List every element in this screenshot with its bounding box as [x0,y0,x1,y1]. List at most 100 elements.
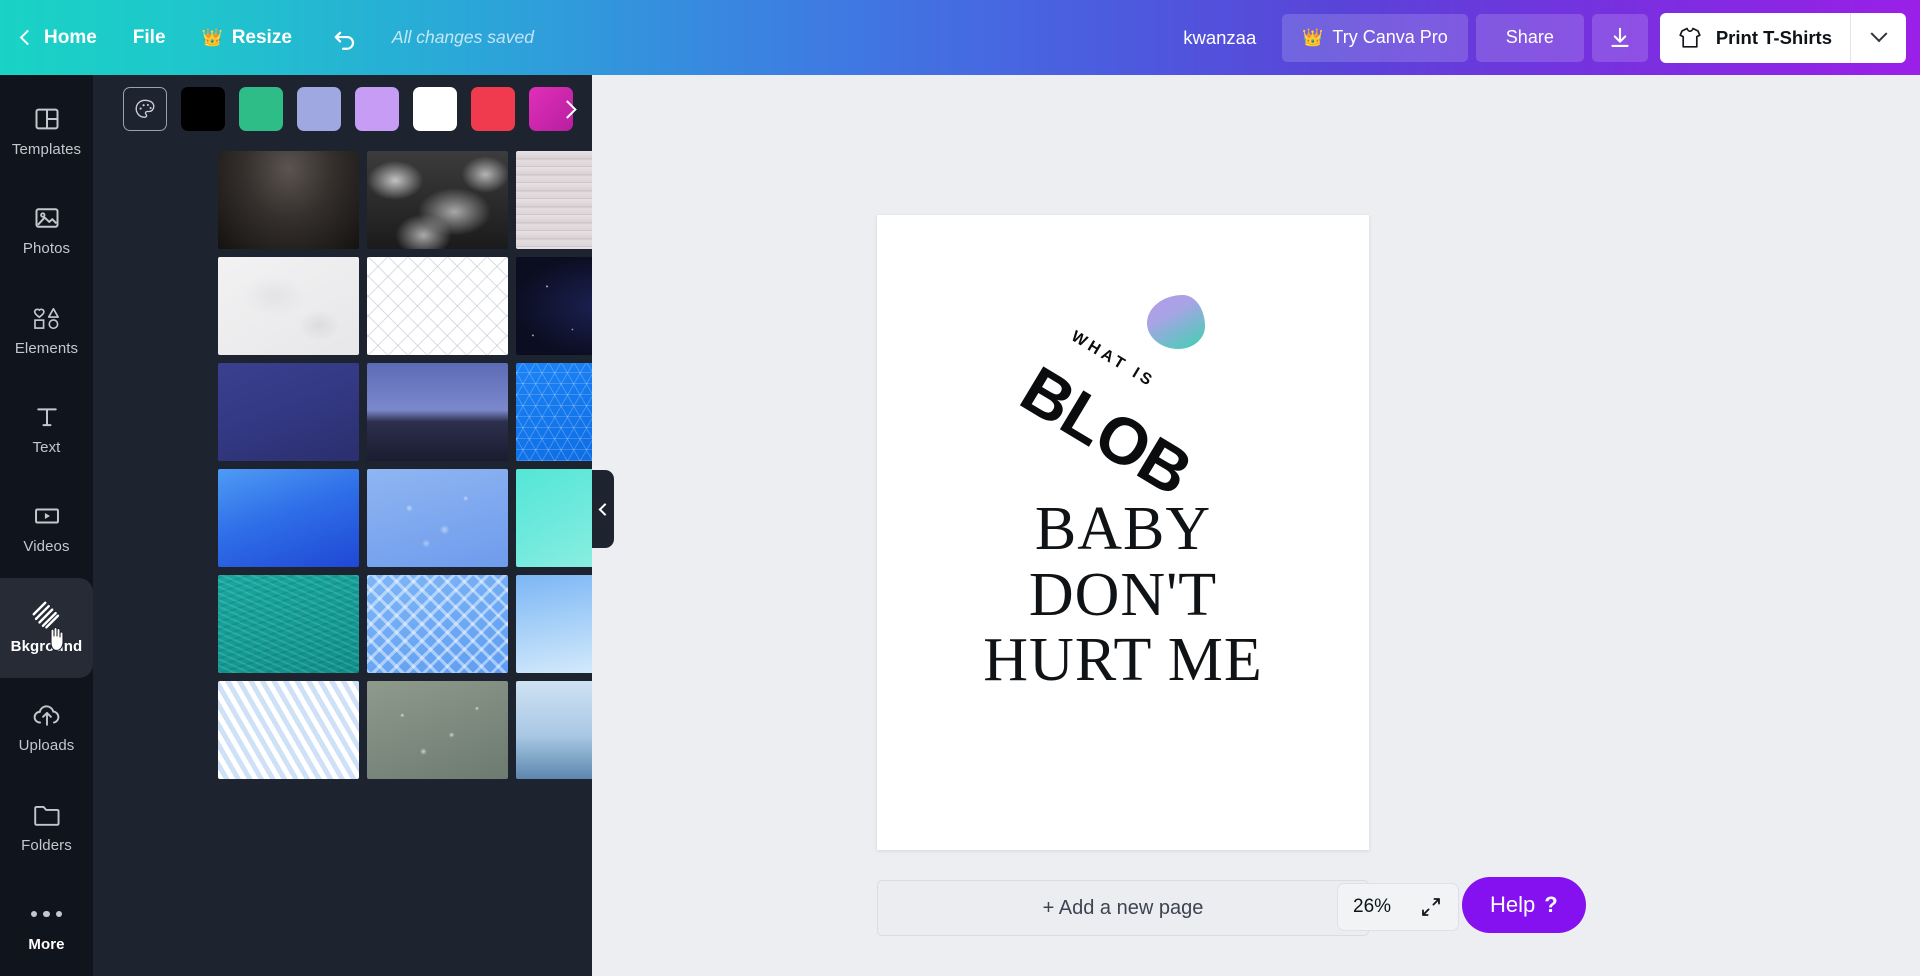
print-tshirts-button[interactable]: Print T-Shirts [1660,13,1850,63]
print-label: Print T-Shirts [1715,26,1832,48]
bg-thumb-blue-water-bubbles[interactable] [367,469,508,567]
palette-icon [135,99,155,118]
sidebar-item-label: More [28,936,65,954]
sidebar-item-more[interactable]: More [0,877,93,976]
bg-thumb-dark-gradient-texture[interactable] [218,151,359,249]
background-thumbnail-grid [93,143,592,976]
header-right-group: kwanzaa 👑 Try Canva Pro Share Print T-Sh… [1157,0,1920,75]
sidebar-item-videos[interactable]: Videos [0,479,93,578]
zoom-level-value: 26% [1353,896,1392,917]
elements-icon [32,303,62,333]
sidebar-item-photos[interactable]: Photos [0,180,93,279]
swatch-green[interactable] [239,87,283,131]
sidebar-item-uploads[interactable]: Uploads [0,678,93,777]
home-label: Home [44,26,97,48]
undo-arrow-icon [334,31,355,50]
chevron-left-icon [598,502,611,516]
sidebar-item-label: Bkground [10,637,83,655]
print-dropdown-button[interactable] [1850,12,1906,63]
swatch-black[interactable] [181,87,225,131]
resize-button[interactable]: 👑 Resize [184,0,310,75]
try-pro-label: Try Canva Pro [1332,27,1448,47]
chevron-right-icon [557,99,577,119]
bg-thumb-night-sky-mountains[interactable] [367,363,508,461]
swatch-white[interactable] [413,87,457,131]
more-dots-icon [30,899,63,929]
chevron-left-icon [19,29,36,46]
save-status-text: All changes saved [391,27,534,47]
file-menu-button[interactable]: File [115,0,184,75]
download-button[interactable] [1591,13,1648,62]
left-sidebar-rail: Templates Photos Elements Text Videos Bk… [0,75,93,976]
folder-icon [32,800,62,830]
swatch-light-purple[interactable] [355,87,399,131]
headline-text-block[interactable]: BABY DON'T HURT ME [877,495,1369,694]
bg-thumb-water-droplets-glass[interactable] [367,681,508,779]
headline-line-1: BABY [1034,495,1212,563]
chevron-down-icon [1870,24,1887,42]
sidebar-item-elements[interactable]: Elements [0,280,93,379]
design-canvas-page[interactable]: WHAT IS BLOB BABY DON'T HURT ME [877,215,1369,850]
print-tshirts-group[interactable]: Print T-Shirts [1659,12,1906,63]
gradient-blob-shape[interactable] [1147,295,1205,349]
uploads-cloud-icon [32,700,62,730]
photos-icon [32,203,62,233]
color-picker-swatch[interactable] [123,87,167,131]
canvas-workspace: WHAT IS BLOB BABY DON'T HURT ME + Add a … [592,75,1920,976]
swatch-red[interactable] [471,87,515,131]
bg-thumb-misty-blue-mountains[interactable] [516,681,592,779]
swatch-next-button[interactable] [552,94,582,124]
add-page-label: + Add a new page [1042,896,1204,919]
bg-thumb-white-wood-planks[interactable] [516,151,592,249]
background-icon [32,601,62,631]
bg-thumb-pale-blue-diagonal-stripes[interactable] [218,681,359,779]
blob-word-text[interactable]: BLOB [1009,352,1204,510]
bg-thumb-grey-smoke-clouds[interactable] [367,151,508,249]
bg-thumb-dark-navy-starry-sky[interactable] [516,257,592,355]
bg-thumb-teal-ocean-water[interactable] [218,575,359,673]
swatch-periwinkle[interactable] [297,87,341,131]
share-button[interactable]: Share [1475,13,1584,62]
templates-icon [32,104,62,134]
help-label: Help [1490,892,1536,917]
tshirt-icon [1679,27,1701,48]
headline-line-2: DON'T [1028,560,1218,629]
sidebar-item-templates[interactable]: Templates [0,81,93,180]
header-left-group: Home File 👑 Resize All changes saved [0,0,534,75]
try-canva-pro-button[interactable]: 👑 Try Canva Pro [1282,13,1468,62]
sidebar-item-bkground[interactable]: Bkground [0,578,93,678]
zoom-control[interactable]: 26% [1337,883,1459,931]
sidebar-item-label: Videos [23,538,70,556]
bg-thumb-white-marble-paper[interactable] [218,257,359,355]
sidebar-item-label: Templates [11,140,82,158]
share-label: Share [1505,27,1554,47]
home-button[interactable]: Home [0,0,115,75]
document-title[interactable]: kwanzaa [1157,27,1282,49]
resize-label: Resize [231,26,292,48]
bg-thumb-white-lattice-pattern[interactable] [367,257,508,355]
sidebar-item-label: Text [32,439,61,457]
crown-icon: 👑 [1302,28,1324,47]
undo-button[interactable] [310,24,382,52]
sidebar-item-text[interactable]: Text [0,379,93,478]
add-new-page-button[interactable]: + Add a new page [877,880,1369,936]
bg-thumb-blue-hexagon-pattern[interactable] [516,363,592,461]
sidebar-item-label: Elements [14,339,79,357]
bg-thumb-light-blue-sky-gradient[interactable] [516,575,592,673]
panel-collapse-handle[interactable] [592,470,614,548]
bg-thumb-blue-chevron-zigzag[interactable] [367,575,508,673]
top-header-bar: Home File 👑 Resize All changes saved kwa… [0,0,1920,75]
sidebar-item-label: Uploads [18,737,75,755]
sidebar-item-label: Folders [21,836,72,854]
help-button[interactable]: Help ? [1462,877,1586,933]
text-icon [32,402,62,432]
sidebar-item-folders[interactable]: Folders [0,777,93,876]
bg-thumb-deep-blue-violet-gradient[interactable] [218,363,359,461]
sidebar-item-label: Photos [22,240,71,258]
expand-arrows-icon[interactable] [1419,895,1443,919]
bg-thumb-royal-blue-gradient[interactable] [218,469,359,567]
videos-icon [32,501,62,531]
crown-icon: 👑 [201,28,223,47]
color-swatch-row [93,75,592,143]
bg-thumb-teal-mint-gradient[interactable] [516,469,592,567]
